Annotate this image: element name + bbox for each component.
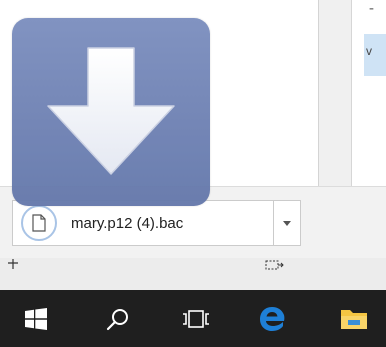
side-panel: ╶ v bbox=[351, 0, 386, 186]
search-icon bbox=[106, 308, 128, 330]
download-arrow-icon bbox=[47, 47, 175, 175]
taskbar bbox=[0, 290, 386, 347]
chevron-down-icon: v bbox=[366, 44, 372, 58]
file-explorer-icon bbox=[341, 309, 367, 329]
download-filename: mary.p12 (4).bac bbox=[71, 214, 184, 232]
file-explorer-taskbar-button[interactable] bbox=[330, 290, 378, 347]
edge-browser-icon bbox=[260, 306, 285, 331]
chevron-down-icon bbox=[283, 220, 291, 226]
file-icon-ring bbox=[21, 205, 57, 241]
start-button[interactable] bbox=[12, 290, 60, 347]
side-panel-marker-icon: ╶ bbox=[366, 2, 374, 16]
move-icon bbox=[8, 259, 18, 269]
edge-taskbar-button[interactable] bbox=[248, 290, 296, 347]
task-view-icon bbox=[183, 309, 209, 328]
status-strip bbox=[0, 258, 386, 290]
windows-start-icon bbox=[25, 307, 47, 330]
search-button[interactable] bbox=[94, 290, 142, 347]
download-started-overlay bbox=[12, 18, 210, 206]
download-item[interactable]: mary.p12 (4).bac bbox=[12, 200, 274, 246]
screen: ╶ v mary.p12 (4).bac bbox=[0, 0, 386, 347]
side-panel-selected-item[interactable]: v bbox=[364, 34, 386, 76]
download-options-button[interactable] bbox=[274, 200, 301, 246]
resize-icon bbox=[265, 260, 284, 270]
file-icon bbox=[32, 214, 46, 232]
task-view-button[interactable] bbox=[172, 290, 220, 347]
